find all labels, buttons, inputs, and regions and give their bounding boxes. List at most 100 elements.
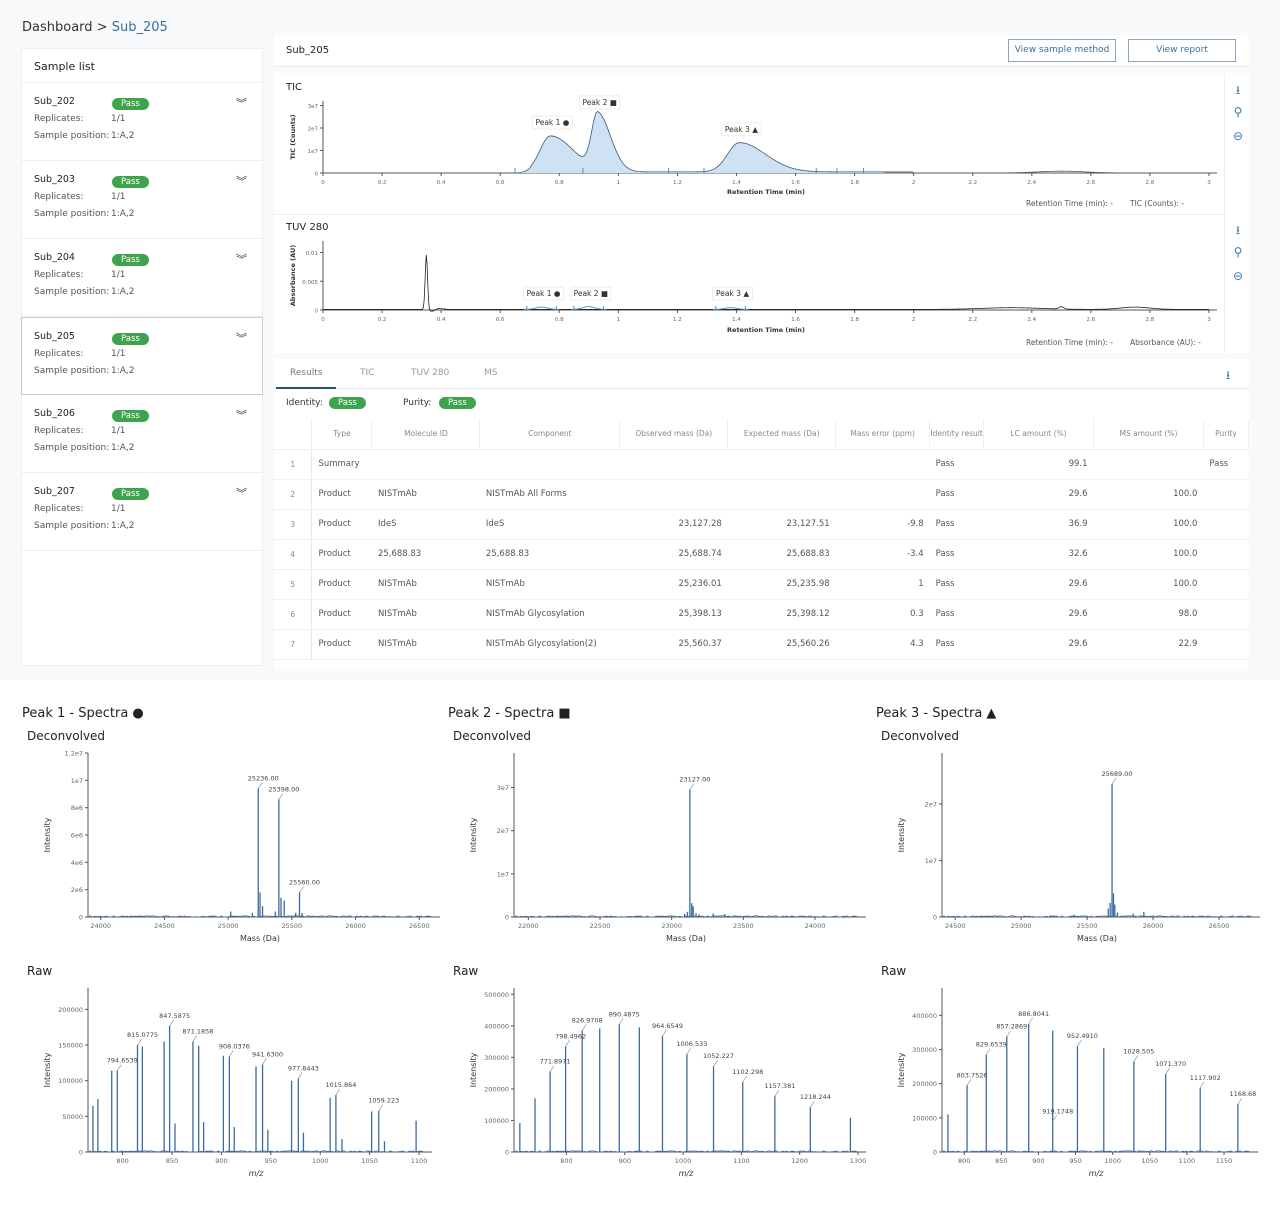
sample-position-value: 1:A,2 [111,366,135,376]
y-tick-label: 1e7 [308,149,319,155]
chevron-double-down-icon[interactable]: ︾ [236,407,247,423]
y-axis-label: Intensity [469,1052,478,1087]
sample-position-label: Sample position: [34,521,110,531]
chevron-double-down-icon[interactable]: ︾ [236,330,247,346]
table-cell: 7 [274,629,313,660]
table-cell [479,449,620,480]
column-header[interactable]: Mass error (ppm) [835,419,931,450]
peak-3-raw-chart[interactable]: 800 850 900 950 1000 1050 1100 1150 0 100000 20000… [876,980,1280,1190]
column-header[interactable]: LC amount (%) [983,419,1094,450]
table-cell: NISTmAb [371,629,480,660]
x-tick-label: 1000 [1104,1157,1121,1165]
annotation-leader [581,1024,587,1031]
tuv-chart[interactable]: 0 0.2 0.4 0.6 0.8 1 1.2 1.4 1.6 1.8 2 2.2 2.4 2.6 2.8 3… [274,213,1224,353]
x-tick-label: 800 [560,1157,572,1165]
x-tick-label: 1000 [312,1157,329,1165]
table-row[interactable]: 3 Product IdeS IdeS 23,127.28 23,127.51 -9.8 Pa… [274,509,1249,540]
column-header[interactable]: Observed mass (Da) [619,419,729,450]
x-tick-label: 950 [265,1157,277,1165]
column-header[interactable]: Purity [1203,419,1250,450]
zoom-out-icon[interactable]: ⊖ [1231,129,1245,143]
breadcrumb-root[interactable]: Dashboard [22,20,93,35]
zoom-reset-icon[interactable]: ⚲ [1231,245,1245,259]
x-tick-label: 850 [995,1157,1007,1165]
annotation-leader [1165,1067,1170,1075]
peak-1-raw-chart[interactable]: 800 850 900 950 1000 1050 1100 0 50000 100000 1500… [22,980,442,1190]
sample-item-sub_206[interactable]: Sub_206 Pass ︾ Replicates: 1/1 Sample positio… [22,395,262,473]
sample-position-label: Sample position: [34,443,110,453]
sample-position-value: 1:A,2 [111,287,135,297]
x-tick-label: 25000 [218,922,239,930]
download-icon[interactable]: ⭳ [1231,221,1245,242]
peak-annotation: 25689.00 [1102,770,1133,778]
view-report-button[interactable]: View report [1128,39,1236,62]
x-tick-label: 1150 [1216,1157,1233,1165]
column-header[interactable]: Expected mass (Da) [727,419,837,450]
table-row[interactable]: 1 Summary Pass 99.1 Pass [274,449,1249,480]
sample-item-sub_205[interactable]: Sub_205 Pass ︾ Replicates: 1/1 Sample positio… [21,317,263,395]
download-icon[interactable]: ⭳ [1226,366,1230,387]
peak-1-deconvolved-chart[interactable]: 24000 24500 25000 25500 26000 26500 0 2e6 4e6 6e6… [22,745,442,955]
peak-annotation: 890.4875 [609,1010,640,1018]
sample-item-sub_204[interactable]: Sub_204 Pass ︾ Replicates: 1/1 Sample positio… [22,239,262,317]
y-tick-label: 1e7 [497,870,509,878]
peak-annotation: 794.6539 [107,1057,138,1065]
tab-ms[interactable]: MS [484,368,497,378]
purity-status-badge: Pass [439,397,476,409]
x-tick-label: 900 [1032,1157,1044,1165]
column-header[interactable]: Component [479,419,621,450]
peak-2-title: Peak 2 - Spectra ■ [448,706,571,721]
chevron-double-down-icon[interactable]: ︾ [236,485,247,501]
y-tick-label: 1e7 [71,777,83,785]
table-cell: NISTmAb All Forms [479,479,620,510]
x-tick-label: 1.4 [732,180,741,186]
x-tick-label: 25000 [1011,922,1032,930]
annotation-leader [810,1101,815,1108]
download-icon[interactable]: ⭳ [1231,81,1245,102]
table-row[interactable]: 2 Product NISTmAb NISTmAb All Forms Pass 29.6… [274,479,1249,510]
chevron-double-down-icon[interactable]: ︾ [236,95,247,111]
table-row[interactable]: 7 Product NISTmAb NISTmAb Glycosylation(2) 2… [274,629,1249,660]
sample-item-sub_202[interactable]: Sub_202 Pass ︾ Replicates: 1/1 Sample positio… [22,83,262,161]
peak-3-deconvolved-chart[interactable]: 24500 25000 25500 26000 26500 0 1e7 2e7 Mass (Da… [876,745,1280,955]
table-cell [1203,569,1249,600]
x-tick-label: 2.6 [1086,180,1095,186]
sample-item-sub_207[interactable]: Sub_207 Pass ︾ Replicates: 1/1 Sample positio… [22,473,262,551]
y-tick-label: 300000 [484,1054,509,1062]
zoom-out-icon[interactable]: ⊖ [1231,269,1245,283]
sample-item-sub_203[interactable]: Sub_203 Pass ︾ Replicates: 1/1 Sample positio… [22,161,262,239]
tab-results[interactable]: Results [290,368,323,378]
peak-annotation: 25236.00 [248,775,279,783]
column-header[interactable]: Identity result [929,419,985,450]
table-cell: 0.3 [835,599,930,630]
peak-2-raw-chart[interactable]: 800 900 1000 1100 1200 1300 0 100000 200000 30000… [448,980,868,1190]
view-sample-method-button[interactable]: View sample method [1008,39,1116,62]
replicates-label: Replicates: [34,192,84,202]
tab-tic[interactable]: TIC [360,368,374,378]
y-tick-label: 400000 [484,1022,509,1030]
x-tick-label: 950 [1069,1157,1081,1165]
table-row[interactable]: 5 Product NISTmAb NISTmAb 25,236.01 25,235.98… [274,569,1249,600]
y-tick-label: 100000 [912,1114,937,1122]
peak-annotation: 1102.298 [732,1068,763,1076]
column-header[interactable]: MS amount (%) [1093,419,1204,450]
table-row[interactable]: 4 Product 25,688.83 25,688.83 25,688.74 25,68… [274,539,1249,570]
column-header[interactable] [274,419,313,450]
peak-annotation: 1071.370 [1155,1060,1186,1068]
column-header[interactable]: Type [311,419,373,450]
y-tick-label: 6e6 [71,832,83,840]
tic-chart[interactable]: 0 0.2 0.4 0.6 0.8 1 1.2 1.4 1.6 1.8 2 2.2 2.4 2.6 2.8 3… [274,73,1224,213]
chevron-double-down-icon[interactable]: ︾ [236,251,247,267]
annotation-leader [278,793,284,800]
annotation-leader [986,1048,991,1055]
zoom-reset-icon[interactable]: ⚲ [1231,105,1245,119]
table-cell: Pass [929,449,984,480]
peak-2-deconvolved-chart[interactable]: 22000 22500 23000 23500 24000 0 1e7 2e7 3e7 Mass … [448,745,868,955]
table-row[interactable]: 6 Product NISTmAb NISTmAb Glycosylation 25,3… [274,599,1249,630]
y-tick-label: 8e6 [71,804,83,812]
table-cell: 6 [274,599,313,630]
column-header[interactable]: Molecule ID [371,419,481,450]
table-cell: NISTmAb [371,599,480,630]
tab-tuv-280[interactable]: TUV 280 [411,368,449,378]
chevron-double-down-icon[interactable]: ︾ [236,173,247,189]
